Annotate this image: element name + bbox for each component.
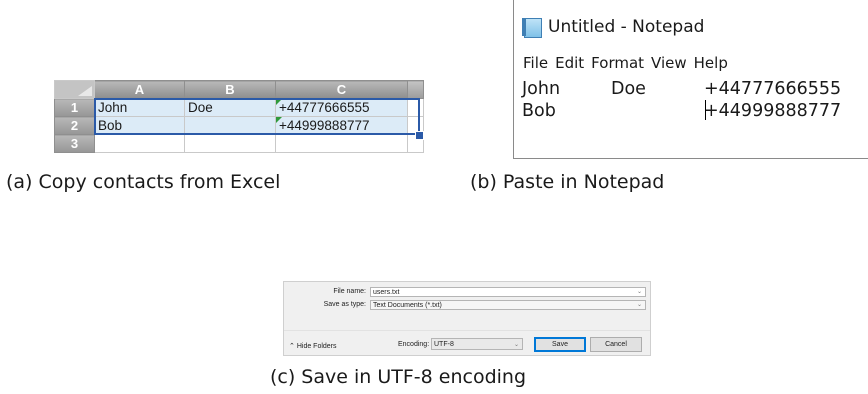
save-as-type-value: Text Documents (*.txt) [373, 302, 442, 309]
caption-a: (a) Copy contacts from Excel [6, 171, 281, 193]
cancel-button[interactable]: Cancel [590, 337, 642, 352]
file-name-value: users.txt [373, 289, 400, 296]
menu-edit[interactable]: Edit [555, 54, 584, 72]
excel-sheet: A B C 1 John Doe +44777666555 2 Bob +449… [54, 80, 424, 158]
chevron-down-icon[interactable]: ⌄ [637, 288, 642, 297]
fill-handle[interactable] [415, 131, 424, 140]
chevron-up-icon: ⌃ [289, 343, 295, 350]
encoding-value: UTF-8 [434, 341, 454, 348]
cell-b3[interactable] [184, 134, 276, 153]
row-header-1[interactable]: 1 [54, 98, 95, 117]
row-header-3[interactable]: 3 [54, 134, 95, 153]
divider [284, 330, 650, 331]
save-as-dialog: File name: users.txt ⌄ Save as type: Tex… [283, 281, 651, 356]
menu-help[interactable]: Help [694, 54, 728, 72]
file-name-label: File name: [333, 288, 366, 295]
text-phone: +44777666555 [704, 79, 842, 99]
column-header-c[interactable]: C [275, 80, 408, 99]
notepad-window: Untitled - Notepad File Edit Format View… [513, 0, 868, 159]
cell-c3[interactable] [275, 134, 408, 153]
column-header-b[interactable]: B [184, 80, 276, 99]
column-header-d[interactable] [407, 80, 424, 99]
cell-a2[interactable]: Bob [94, 116, 185, 135]
hide-folders-button[interactable]: ⌃ Hide Folders [289, 342, 337, 350]
column-header-a[interactable]: A [94, 80, 185, 99]
hide-folders-label: Hide Folders [296, 343, 337, 350]
row-header-2[interactable]: 2 [54, 116, 95, 135]
caption-b: (b) Paste in Notepad [470, 171, 665, 193]
notepad-icon [522, 17, 542, 38]
text-last-name: Doe [611, 79, 646, 99]
notepad-menubar: File Edit Format View Help [523, 54, 728, 72]
excel-grid: A B C 1 John Doe +44777666555 2 Bob +449… [54, 80, 424, 153]
save-as-type-label: Save as type: [323, 301, 366, 308]
cell-d1[interactable] [407, 98, 424, 117]
text-first-name: John [522, 79, 561, 99]
notepad-titlebar: Untitled - Notepad [522, 14, 704, 40]
chevron-down-icon[interactable]: ⌄ [514, 340, 519, 351]
caption-c: (c) Save in UTF-8 encoding [270, 366, 527, 388]
save-button[interactable]: Save [534, 337, 586, 352]
text-phone: +44999888777 [704, 101, 842, 121]
text-caret [705, 100, 706, 120]
cell-b2[interactable] [184, 116, 276, 135]
select-all-corner[interactable] [54, 80, 95, 99]
chevron-down-icon[interactable]: ⌄ [637, 301, 642, 310]
notepad-title: Untitled - Notepad [548, 17, 705, 37]
save-as-type-select[interactable]: Text Documents (*.txt) ⌄ [370, 300, 646, 310]
encoding-select[interactable]: UTF-8 ⌄ [431, 338, 523, 350]
text-first-name: Bob [522, 101, 556, 121]
menu-view[interactable]: View [651, 54, 687, 72]
cell-a1[interactable]: John [94, 98, 185, 117]
cell-b1[interactable]: Doe [184, 98, 276, 117]
cell-a3[interactable] [94, 134, 185, 153]
encoding-label: Encoding: [398, 341, 430, 348]
cell-c1[interactable]: +44777666555 [275, 98, 408, 117]
menu-file[interactable]: File [523, 54, 548, 72]
file-name-input[interactable]: users.txt ⌄ [370, 287, 646, 297]
cell-c2[interactable]: +44999888777 [275, 116, 408, 135]
menu-format[interactable]: Format [591, 54, 644, 72]
